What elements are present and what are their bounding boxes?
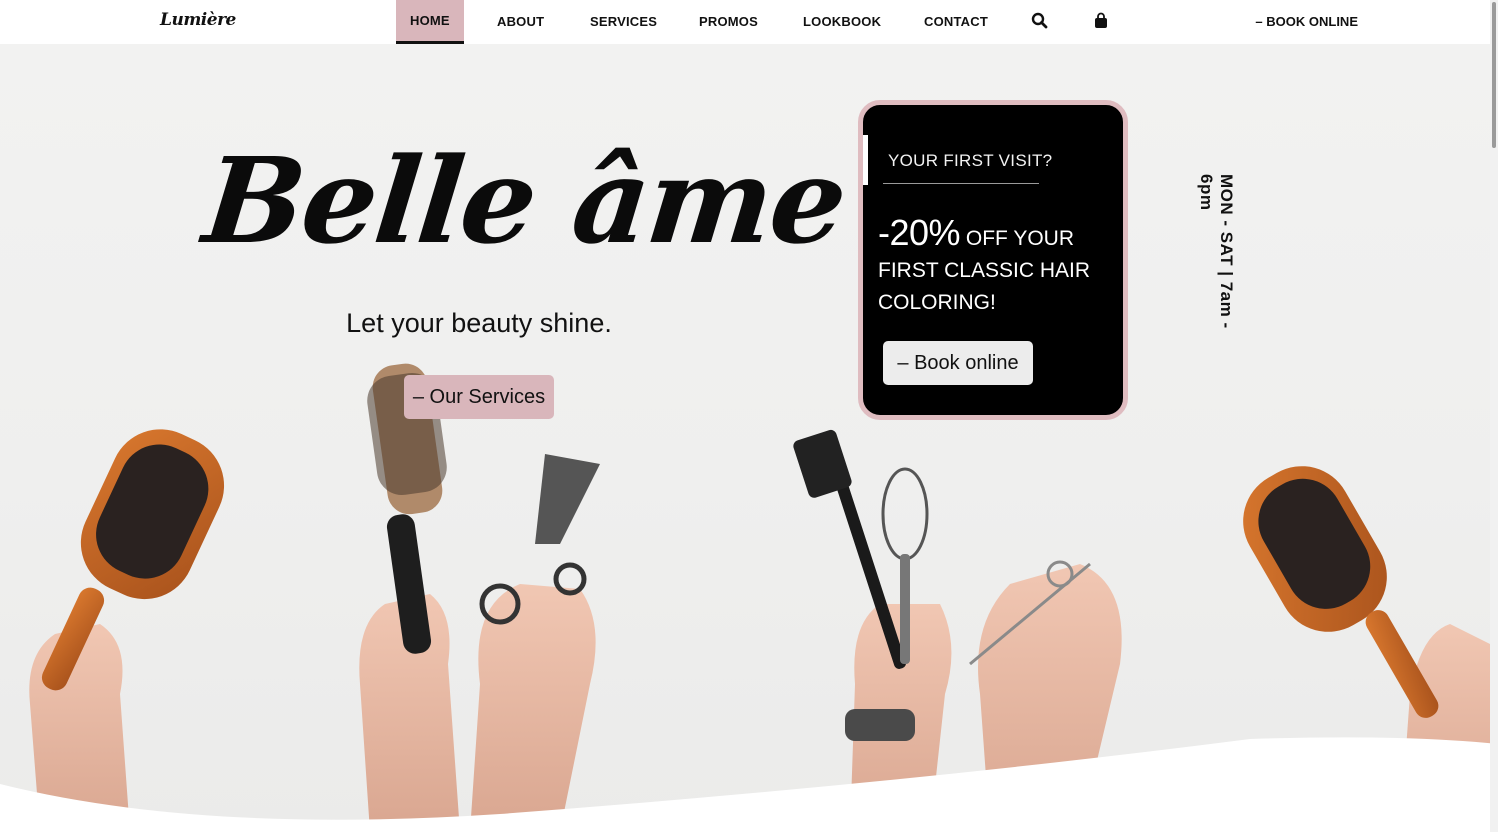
promo-question: YOUR FIRST VISIT? — [888, 151, 1053, 170]
scrollbar[interactable] — [1490, 0, 1498, 832]
hero-subtitle: Let your beauty shine. — [346, 308, 612, 338]
scrollbar-thumb[interactable] — [1492, 2, 1496, 148]
nav-about[interactable]: ABOUT — [497, 0, 544, 44]
first-visit-promo-card: YOUR FIRST VISIT? -20% OFF YOUR FIRST CL… — [858, 100, 1128, 420]
promo-offer: -20% OFF YOUR FIRST CLASSIC HAIR COLORIN… — [878, 215, 1128, 319]
site-header: Lumière HOME ABOUT SERVICES PROMOS LOOKB… — [0, 0, 1490, 44]
promo-book-online-button[interactable]: – Book online — [883, 341, 1033, 385]
our-services-button[interactable]: – Our Services — [404, 375, 554, 419]
shopping-bag-icon[interactable] — [1093, 12, 1111, 30]
promo-accent-bar — [863, 135, 868, 185]
opening-hours: MON - SAT | 7am - 6pm — [1197, 174, 1236, 329]
nav-services[interactable]: SERVICES — [590, 0, 657, 44]
nav-home[interactable]: HOME — [396, 0, 464, 44]
promo-discount: -20% — [878, 212, 961, 253]
hero-title: Belle âme — [197, 131, 852, 270]
hero-section: Belle âme Let your beauty shine. – Our S… — [0, 44, 1498, 832]
site-logo[interactable]: Lumière — [160, 10, 236, 30]
search-icon[interactable] — [1031, 12, 1049, 30]
nav-lookbook[interactable]: LOOKBOOK — [803, 0, 881, 44]
nav-contact[interactable]: CONTACT — [924, 0, 988, 44]
nav-promos[interactable]: PROMOS — [699, 0, 758, 44]
promo-divider — [883, 183, 1039, 184]
book-online-link[interactable]: – BOOK ONLINE — [1255, 0, 1358, 44]
